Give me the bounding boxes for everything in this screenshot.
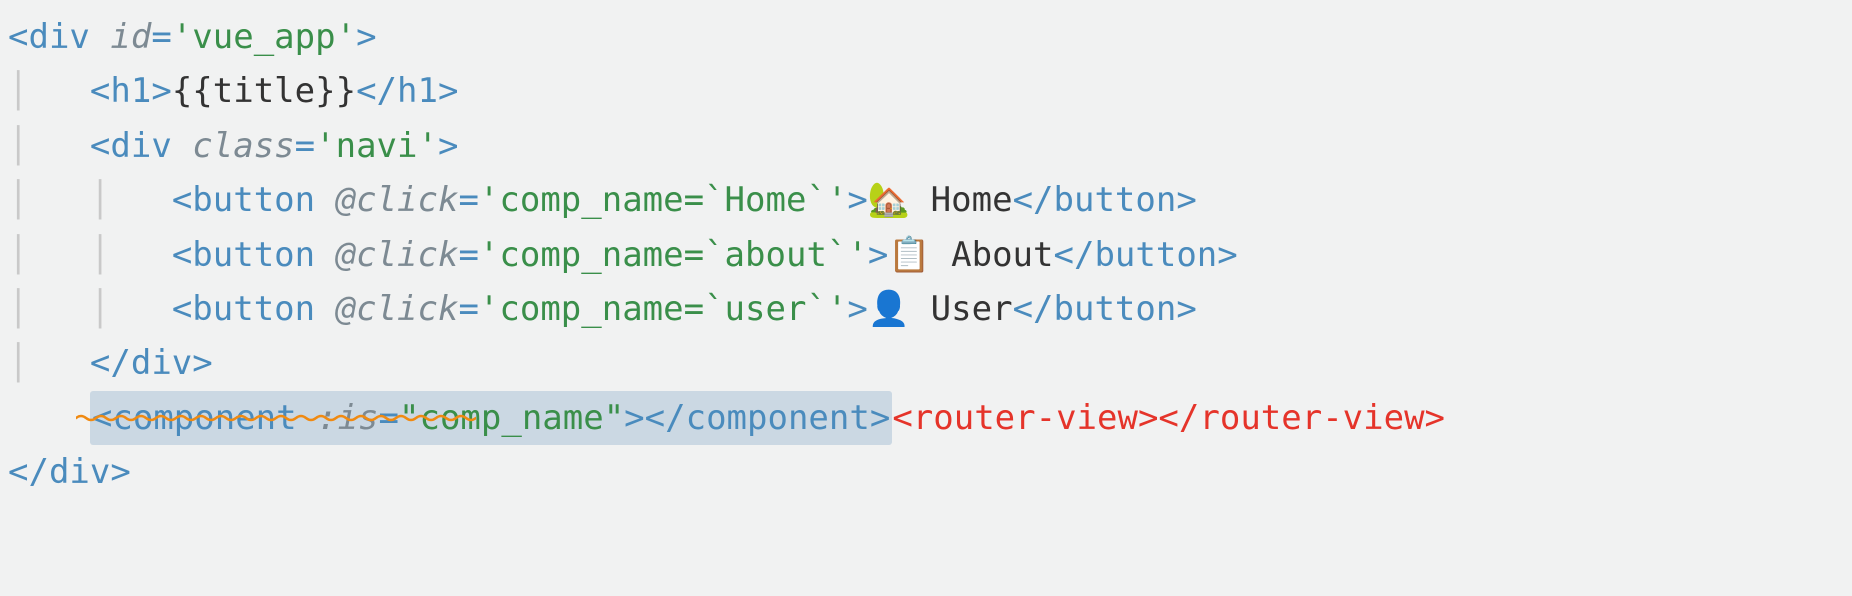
indent-guide-icon: │ [8, 343, 28, 383]
code-line[interactable]: │ │ <button @click='comp_name=`user`'>👤 … [8, 282, 1844, 336]
tag-name: button [192, 235, 315, 275]
attr-value: 'navi' [315, 126, 438, 166]
button-text: 👤 User [868, 289, 1013, 329]
code-line[interactable]: │ </div> [8, 336, 1844, 390]
indent-guide-icon: │ [8, 235, 28, 275]
attr-name: :is [317, 398, 378, 438]
attr-value: 'comp_name=`Home`' [479, 180, 847, 220]
attr-value: 'comp_name=`user`' [479, 289, 847, 329]
tag-name: div [49, 452, 110, 492]
attr-value: 'comp_name=`about`' [479, 235, 868, 275]
attr-name: class [192, 126, 294, 166]
attr-name: @click [336, 180, 459, 220]
indent-guide-icon: │ [90, 289, 110, 329]
tag-name: div [110, 126, 171, 166]
code-line[interactable]: │ │ <button @click='comp_name=`about`'>📋… [8, 228, 1844, 282]
tag-name: div [28, 17, 89, 57]
indent-guide-icon: │ [8, 126, 28, 166]
code-editor[interactable]: <div id='vue_app'> │ <h1>{{title}}</h1> … [0, 0, 1852, 510]
angle-close-icon: > [356, 17, 376, 57]
attr-name: id [110, 17, 151, 57]
indent-guide-icon: │ [8, 71, 28, 111]
attr-value: "comp_name" [399, 398, 624, 438]
attr-value: 'vue_app' [172, 17, 356, 57]
tag-name: button [192, 180, 315, 220]
struck-code: <component :is="comp_name"></component> [90, 391, 892, 445]
tag-name: div [131, 343, 192, 383]
indent-guide-icon: │ [90, 235, 110, 275]
code-line[interactable]: <div id='vue_app'> [8, 10, 1844, 64]
code-line[interactable]: │ <h1>{{title}}</h1> [8, 64, 1844, 118]
button-text: 🏡 Home [868, 180, 1013, 220]
tag-name: component [112, 398, 296, 438]
mustache-text: {{title}} [172, 71, 356, 111]
indent-guide-icon: │ [90, 180, 110, 220]
tag-name: h1 [110, 71, 151, 111]
attr-name: @click [336, 235, 459, 275]
tag-name: button [192, 289, 315, 329]
button-text: 📋 About [888, 235, 1053, 275]
indent-guide-icon: │ [8, 289, 28, 329]
code-line[interactable]: │ <div class='navi'> [8, 119, 1844, 173]
code-line[interactable]: <component :is="comp_name"></component><… [8, 391, 1844, 445]
attr-name: @click [336, 289, 459, 329]
indent-guide-icon: │ [8, 180, 28, 220]
code-line[interactable]: │ │ <button @click='comp_name=`Home`'>🏡 … [8, 173, 1844, 227]
angle-open-icon: < [8, 17, 28, 57]
annotation-text: <router-view></router-view> [892, 398, 1445, 438]
code-line[interactable]: </div> [8, 445, 1844, 499]
